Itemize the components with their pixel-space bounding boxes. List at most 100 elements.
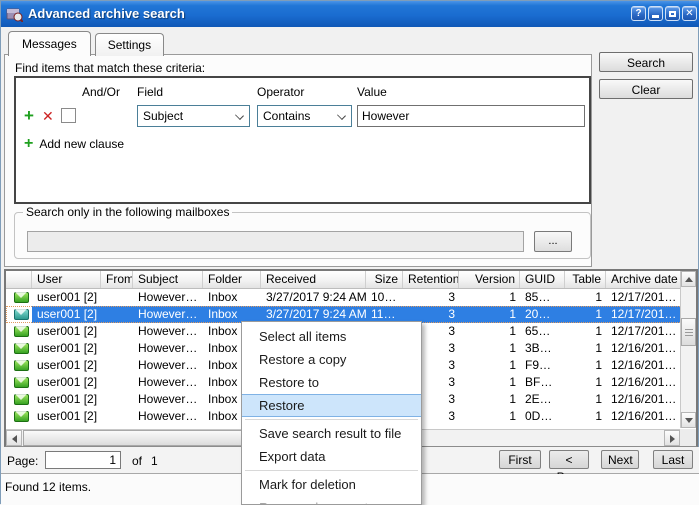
results-header-row: User From Subject Folder Received Size R… [6, 271, 696, 289]
field-dropdown-value: Subject [143, 109, 183, 123]
plus-icon: + [24, 135, 33, 153]
cell-subject: However… [133, 391, 203, 408]
cell-archive-date: 12/16/201… [606, 391, 684, 408]
cell-archive-date: 12/16/201… [606, 374, 684, 391]
cell-from [101, 374, 133, 391]
maximize-button[interactable] [665, 6, 680, 21]
cell-subject: However… [133, 357, 203, 374]
column-folder[interactable]: Folder [203, 271, 261, 288]
arrow-right-icon [670, 435, 675, 443]
last-page-button[interactable]: Last [653, 450, 693, 469]
scroll-right-button[interactable] [664, 430, 680, 446]
cell-table: 1 [565, 391, 606, 408]
browse-mailboxes-button[interactable]: ... [534, 231, 572, 252]
column-retention[interactable]: Retention [403, 271, 459, 288]
cell-folder: Inbox [203, 289, 261, 306]
operator-dropdown[interactable]: Contains [257, 105, 352, 127]
tab-settings[interactable]: Settings [95, 33, 164, 56]
cell-user: user001 [2] [32, 357, 101, 374]
tab-strip: Messages Settings [8, 33, 164, 56]
cell-table: 1 [565, 374, 606, 391]
column-received[interactable]: Received [261, 271, 366, 288]
chevron-down-icon [236, 112, 243, 119]
value-input[interactable] [357, 105, 585, 127]
menu-item-mark-for-deletion[interactable]: Mark for deletion [242, 473, 421, 496]
scroll-down-button[interactable] [681, 412, 696, 428]
menu-item-export-data[interactable]: Export data [242, 445, 421, 468]
minimize-button[interactable] [648, 6, 663, 21]
mail-icon [14, 377, 29, 388]
cell-table: 1 [565, 289, 606, 306]
add-new-clause-link[interactable]: + Add new clause [24, 135, 124, 153]
vertical-scrollbar[interactable] [680, 271, 696, 428]
operator-dropdown-value: Contains [263, 109, 310, 123]
menu-item-restore-a-copy[interactable]: Restore a copy [242, 348, 421, 371]
menu-item-restore-to[interactable]: Restore to [242, 371, 421, 394]
cell-guid: 3B… [520, 340, 565, 357]
vertical-scroll-thumb[interactable] [681, 318, 696, 346]
column-subject[interactable]: Subject [133, 271, 203, 288]
column-icon[interactable] [6, 271, 32, 288]
search-button[interactable]: Search [599, 52, 693, 72]
cell-user: user001 [2] [32, 391, 101, 408]
prev-page-button[interactable]: < Prev [549, 450, 589, 469]
column-header-field: Field [137, 85, 163, 99]
cell-user: user001 [2] [32, 340, 101, 357]
cell-subject: However… [133, 374, 203, 391]
cell-archive-date: 12/17/201… [606, 323, 684, 340]
cell-subject: However… [133, 340, 203, 357]
table-row[interactable]: user001 [2] However… Inbox 3/27/2017 9:2… [6, 289, 696, 306]
mailboxes-input[interactable] [27, 231, 524, 252]
next-page-button[interactable]: Next > [601, 450, 639, 469]
column-from[interactable]: From [101, 271, 133, 288]
cell-version: 1 [459, 374, 520, 391]
cell-from [101, 391, 133, 408]
close-button[interactable]: ✕ [682, 6, 697, 21]
column-guid[interactable]: GUID [520, 271, 565, 288]
cell-from [101, 408, 133, 425]
help-button[interactable]: ? [631, 6, 646, 21]
total-pages: 1 [151, 454, 158, 468]
menu-item-select-all-items[interactable]: Select all items [242, 325, 421, 348]
mail-icon [14, 394, 29, 405]
add-new-clause-label: Add new clause [39, 137, 124, 151]
column-version[interactable]: Version [459, 271, 520, 288]
messages-tab-page: Find items that match these criteria: An… [4, 54, 592, 267]
menu-item-restore[interactable]: Restore [242, 394, 421, 417]
tab-messages[interactable]: Messages [8, 31, 91, 56]
menu-separator [245, 470, 418, 471]
mail-icon [14, 343, 29, 354]
page-number-input[interactable] [45, 451, 121, 469]
first-page-button[interactable]: First [499, 450, 541, 469]
mail-icon [14, 411, 29, 422]
cell-version: 1 [459, 323, 520, 340]
cell-archive-date: 12/16/201… [606, 340, 684, 357]
arrow-down-icon [685, 418, 693, 423]
cell-user: user001 [2] [32, 374, 101, 391]
column-archive-date[interactable]: Archive date [606, 271, 684, 288]
field-dropdown[interactable]: Subject [137, 105, 250, 127]
add-clause-icon[interactable]: + [24, 106, 34, 126]
cell-archive-date: 12/17/201… [606, 289, 684, 306]
app-icon [6, 5, 23, 22]
cell-table: 1 [565, 306, 606, 323]
menu-separator [245, 419, 418, 420]
delete-clause-icon[interactable]: ✕ [42, 108, 54, 124]
cell-version: 1 [459, 340, 520, 357]
page-label: Page: [7, 454, 38, 468]
column-user[interactable]: User [32, 271, 101, 288]
scroll-left-button[interactable] [6, 430, 22, 446]
menu-item-save-search-result-to-file[interactable]: Save search result to file [242, 422, 421, 445]
cell-from [101, 340, 133, 357]
column-size[interactable]: Size [366, 271, 403, 288]
scroll-up-button[interactable] [681, 271, 696, 287]
cell-archive-date: 12/16/201… [606, 408, 684, 425]
cell-version: 1 [459, 357, 520, 374]
andor-checkbox[interactable] [61, 108, 76, 123]
column-table[interactable]: Table [565, 271, 606, 288]
cell-from [101, 357, 133, 374]
clear-button[interactable]: Clear [599, 79, 693, 99]
mailboxes-groupbox: Search only in the following mailboxes .… [14, 205, 591, 259]
cell-guid: 65… [520, 323, 565, 340]
cell-from [101, 289, 133, 306]
